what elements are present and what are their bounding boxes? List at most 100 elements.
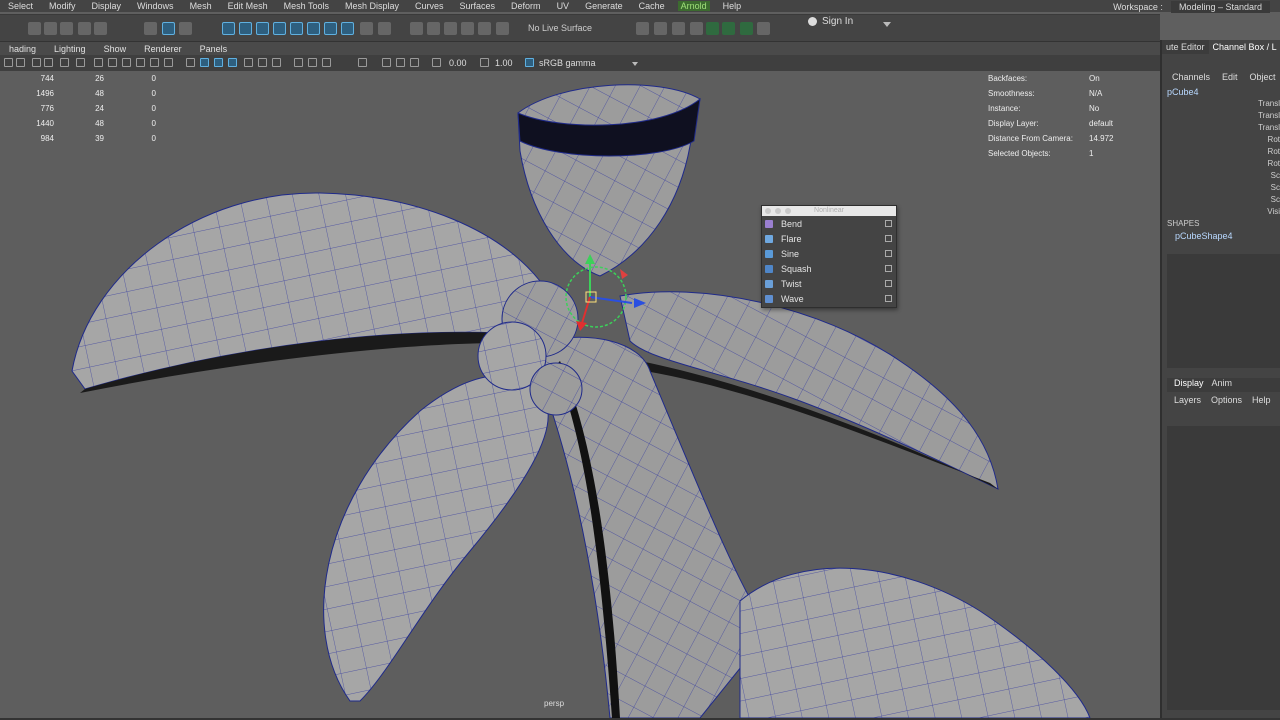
tab-attribute-editor[interactable]: ute Editor — [1162, 40, 1209, 54]
menu-deform[interactable]: Deform — [503, 1, 549, 11]
symmetry-icon[interactable] — [341, 22, 354, 35]
menu-modify[interactable]: Modify — [41, 1, 84, 11]
tab-channel-box[interactable]: Channel Box / L — [1208, 40, 1280, 54]
lock-icon[interactable] — [360, 22, 373, 35]
panel-menu-renderer[interactable]: Renderer — [135, 44, 191, 54]
snap-curve-icon[interactable] — [239, 22, 252, 35]
channel-attribute[interactable]: Visi — [1267, 207, 1280, 216]
backface-icon[interactable] — [410, 58, 419, 67]
snap-live-icon[interactable] — [290, 22, 303, 35]
exposure-value[interactable]: 0.00 — [449, 58, 467, 68]
option-box[interactable] — [885, 280, 892, 287]
lasso-6-icon[interactable] — [496, 22, 509, 35]
channel-menu-edit[interactable]: Edit — [1222, 72, 1238, 82]
channel-attribute[interactable]: Rot — [1268, 135, 1280, 144]
selected-object-name[interactable]: pCube4 — [1167, 87, 1199, 97]
pause-icon[interactable] — [757, 22, 770, 35]
menu-mesh-display[interactable]: Mesh Display — [337, 1, 407, 11]
undo-icon[interactable] — [78, 22, 91, 35]
nonlinear-item-squash[interactable]: Squash — [762, 261, 896, 276]
window-titlebar[interactable]: Nonlinear — [762, 206, 896, 216]
nonlinear-item-twist[interactable]: Twist — [762, 276, 896, 291]
select-component-icon[interactable] — [179, 22, 192, 35]
maximize-icon[interactable] — [785, 208, 791, 214]
channel-attribute[interactable]: Transl — [1258, 111, 1280, 120]
option-box[interactable] — [885, 220, 892, 227]
layer-menu-options[interactable]: Options — [1211, 395, 1242, 405]
channel-attribute[interactable]: Sc — [1271, 195, 1280, 204]
wireframe-on-shaded-icon[interactable] — [200, 58, 209, 67]
menu-uv[interactable]: UV — [549, 1, 578, 11]
exposure-icon[interactable] — [432, 58, 441, 67]
ambient-occlusion-icon[interactable] — [258, 58, 267, 67]
panel-menu-hading[interactable]: hading — [0, 44, 45, 54]
color-space-select[interactable]: sRGB gamma — [539, 58, 596, 68]
render-view-icon[interactable] — [740, 22, 753, 35]
nonlinear-item-wave[interactable]: Wave — [762, 291, 896, 306]
motion-blur-icon[interactable] — [272, 58, 281, 67]
menu-mesh-tools[interactable]: Mesh Tools — [276, 1, 337, 11]
option-box[interactable] — [885, 250, 892, 257]
menu-curves[interactable]: Curves — [407, 1, 452, 11]
panel-menu-show[interactable]: Show — [95, 44, 136, 54]
smooth-shade-icon[interactable] — [186, 58, 195, 67]
channel-attribute[interactable]: Rot — [1268, 147, 1280, 156]
new-scene-icon[interactable] — [28, 22, 41, 35]
snap-point-icon[interactable] — [256, 22, 269, 35]
channel-attribute[interactable]: Rot — [1268, 159, 1280, 168]
menu-surfaces[interactable]: Surfaces — [452, 1, 504, 11]
menu-cache[interactable]: Cache — [631, 1, 673, 11]
save-scene-icon[interactable] — [60, 22, 73, 35]
menu-windows[interactable]: Windows — [129, 1, 182, 11]
safe-action-icon[interactable] — [136, 58, 145, 67]
nonlinear-item-bend[interactable]: Bend — [762, 216, 896, 231]
magnet-icon[interactable] — [378, 22, 391, 35]
history-icon[interactable] — [307, 22, 320, 35]
channel-attribute[interactable]: Transl — [1258, 123, 1280, 132]
menu-arnold[interactable]: Arnold — [677, 1, 710, 11]
channel-attribute[interactable]: Transl — [1258, 99, 1280, 108]
gamma-value[interactable]: 1.00 — [495, 58, 513, 68]
channel-attribute[interactable]: Sc — [1271, 171, 1280, 180]
close-icon[interactable] — [765, 208, 771, 214]
image-plane-icon[interactable] — [44, 58, 53, 67]
redo-icon[interactable] — [94, 22, 107, 35]
option-box[interactable] — [885, 265, 892, 272]
gate-mask-icon[interactable] — [108, 58, 117, 67]
color-management-icon[interactable] — [525, 58, 534, 67]
textured-icon[interactable] — [214, 58, 223, 67]
menu-generate[interactable]: Generate — [577, 1, 631, 11]
open-scene-icon[interactable] — [44, 22, 57, 35]
lasso-icon[interactable] — [410, 22, 423, 35]
nonlinear-item-sine[interactable]: Sine — [762, 246, 896, 261]
chevron-down-icon[interactable] — [632, 62, 638, 66]
tab-display[interactable]: Display — [1174, 378, 1204, 392]
minimize-icon[interactable] — [775, 208, 781, 214]
render-frame-icon[interactable] — [636, 22, 649, 35]
shape-node-name[interactable]: pCubeShape4 — [1175, 231, 1233, 241]
layer-menu-layers[interactable]: Layers — [1174, 395, 1201, 405]
construction-icon[interactable] — [324, 22, 337, 35]
menu-display[interactable]: Display — [84, 1, 130, 11]
select-object-icon[interactable] — [162, 22, 175, 35]
bookmark-icon[interactable] — [32, 58, 41, 67]
snap-view-plane-icon[interactable] — [273, 22, 286, 35]
gamma-icon[interactable] — [480, 58, 489, 67]
xray-icon[interactable] — [308, 58, 317, 67]
camera-select-icon[interactable] — [4, 58, 13, 67]
chevron-down-icon[interactable] — [883, 22, 891, 27]
menu-mesh[interactable]: Mesh — [182, 1, 220, 11]
film-gate-icon[interactable] — [76, 58, 85, 67]
lasso-2-icon[interactable] — [427, 22, 440, 35]
hypershade-icon[interactable] — [690, 22, 703, 35]
use-lights-icon[interactable] — [228, 58, 237, 67]
ipr-render-icon[interactable] — [722, 22, 735, 35]
hud-icon[interactable] — [382, 58, 391, 67]
render-settings-icon[interactable] — [672, 22, 685, 35]
render-region-icon[interactable] — [654, 22, 667, 35]
resolution-gate-icon[interactable] — [94, 58, 103, 67]
lasso-5-icon[interactable] — [478, 22, 491, 35]
grid-icon[interactable] — [60, 58, 69, 67]
tab-anim[interactable]: Anim — [1212, 378, 1233, 392]
live-surface-field[interactable]: No Live Surface — [528, 23, 592, 33]
